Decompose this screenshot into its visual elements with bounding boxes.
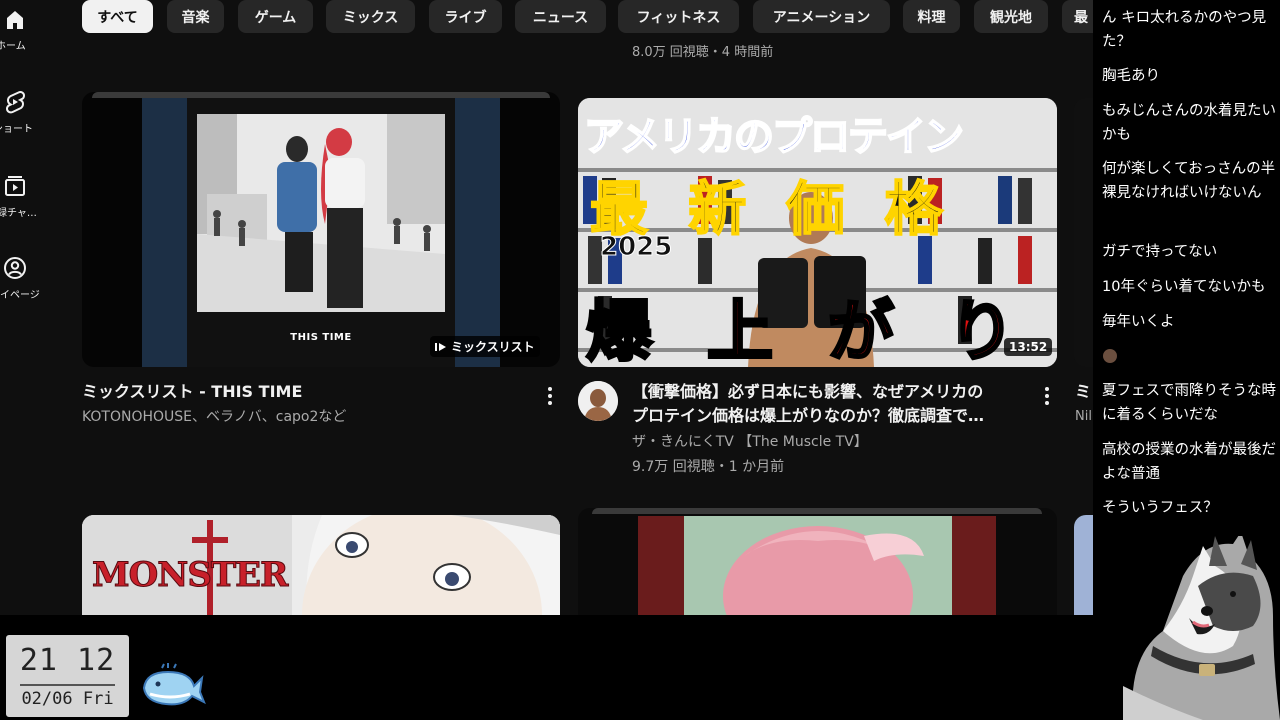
- home-icon: [7, 11, 23, 29]
- category-chips: すべて 音楽 ゲーム ミックス ライブ ニュース フィットネス アニメーション …: [82, 0, 1093, 33]
- chat-message: ん キロ太れるかのやつ見た？: [1102, 10, 1267, 50]
- chat-message: 胸毛あり: [1102, 68, 1160, 84]
- thumbnail-tagline: 爆 上 が り: [585, 292, 1031, 368]
- sidebar-item-label: ショート: [0, 124, 33, 135]
- chat-avatar-icon: [1103, 349, 1117, 363]
- video-subtitle: KOTONOHOUSE、ベラノバ、capo2など: [82, 409, 347, 425]
- video-title[interactable]: ミ: [1075, 380, 1091, 404]
- sidebar-item-label: 登録チャンネル: [0, 208, 43, 219]
- clock-time: 21 12: [19, 643, 116, 678]
- chip-live[interactable]: ライブ: [429, 0, 502, 33]
- anime-illustration: [684, 516, 952, 615]
- channel-avatar[interactable]: [578, 381, 618, 421]
- video-title-line-1[interactable]: 【衝撃価格】必ず日本にも影響、なぜアメリカの: [632, 380, 983, 404]
- sidebar-item-label: ホーム: [0, 41, 26, 52]
- chat-message: 夏フェスで雨降りそうな時に着るくらいだな: [1102, 383, 1276, 423]
- video-stats: 9.7万 回視聴・1 か月前: [632, 459, 785, 475]
- album-art-illustration: [197, 114, 445, 312]
- profile-icon: [4, 257, 26, 279]
- sidebar: ホーム ショート 登録チャンネル マイページ: [0, 0, 70, 615]
- channel-name[interactable]: ザ・きんにくTV 【The Muscle TV】: [632, 432, 868, 452]
- clock-divider: [20, 684, 115, 686]
- video-thumbnail-monster[interactable]: MONSTER: [82, 515, 560, 615]
- video-thumbnail-anime[interactable]: [578, 508, 1057, 615]
- sidebar-item-subscriptions[interactable]: 登録チャンネル: [0, 174, 70, 219]
- chip-music[interactable]: 音楽: [167, 0, 224, 33]
- sidebar-item-you[interactable]: マイページ: [0, 256, 70, 301]
- subscriptions-icon: [5, 176, 25, 196]
- youtube-home: ホーム ショート 登録チャンネル マイページ: [0, 0, 1093, 615]
- sidebar-item-home[interactable]: ホーム: [0, 8, 70, 52]
- anime-logo: MONSTER: [91, 555, 288, 596]
- chat-panel: ん キロ太れるかのやつ見た？ 胸毛あり もみじんさんの水着見たいかも 何が楽しく…: [1093, 0, 1280, 720]
- video-thumbnail-partial[interactable]: [1074, 515, 1093, 615]
- video-subtitle: Nil: [1075, 409, 1092, 424]
- chip-cooking[interactable]: 料理: [903, 0, 960, 33]
- chat-message: 10年ぐらい着てないかも: [1102, 279, 1266, 295]
- playlist-icon: [435, 342, 446, 351]
- video-title-line-2[interactable]: プロテイン価格は爆上がりなのか？徹底調査で…: [632, 404, 984, 428]
- chip-animation[interactable]: アニメーション: [753, 0, 890, 33]
- clock-widget: 21 12 02/06 Fri: [6, 635, 129, 717]
- video-title[interactable]: ミックスリスト - THIS TIME: [82, 380, 302, 404]
- clock-date: 02/06 Fri: [21, 689, 114, 709]
- chat-message: 高校の授業の水着が最後だよな普通: [1102, 442, 1276, 482]
- thumbnail-headline: アメリカのプロテイン: [583, 113, 965, 161]
- chip-news[interactable]: ニュース: [515, 0, 606, 33]
- chip-games[interactable]: ゲーム: [238, 0, 313, 33]
- thumbnail-year: 2025: [599, 232, 673, 263]
- sidebar-item-label: マイページ: [0, 290, 40, 301]
- more-options-icon[interactable]: [547, 387, 553, 405]
- chat-message: もみじんさんの水着見たいかも: [1102, 103, 1276, 143]
- shorts-icon: [5, 91, 26, 114]
- mix-badge-label: ミックスリスト: [451, 340, 535, 354]
- chip-fitness[interactable]: フィットネス: [618, 0, 739, 33]
- chip-all[interactable]: すべて: [82, 0, 153, 33]
- chat-message: 毎年いくよ: [1102, 314, 1175, 330]
- video-thumbnail[interactable]: THIS TIME ミックスリスト: [82, 92, 560, 367]
- whale-icon: [142, 663, 206, 706]
- chip-mix[interactable]: ミックス: [326, 0, 415, 33]
- chip-travel[interactable]: 観光地: [974, 0, 1048, 33]
- video-thumbnail[interactable]: [1074, 98, 1093, 367]
- previous-video-stats: 8.0万 回視聴・4 時間前: [632, 45, 774, 60]
- sidebar-item-shorts[interactable]: ショート: [0, 90, 70, 135]
- more-options-icon[interactable]: [1044, 387, 1050, 405]
- video-thumbnail[interactable]: アメリカのプロテイン 最 新 価 格 2025 爆 上 が り 13:52: [578, 98, 1057, 367]
- chat-message: ガチで持ってない: [1102, 244, 1218, 260]
- chat-message: そういうフェス？: [1102, 500, 1218, 516]
- mix-badge: ミックスリスト: [430, 336, 540, 357]
- duration-badge: 13:52: [1004, 338, 1053, 356]
- chat-message: 何が楽しくておっさんの半裸見なければいけないん: [1102, 161, 1276, 201]
- husky-mascot-image: [1123, 536, 1280, 720]
- chip-recent[interactable]: 最: [1062, 0, 1093, 33]
- avatar-image: [578, 381, 618, 421]
